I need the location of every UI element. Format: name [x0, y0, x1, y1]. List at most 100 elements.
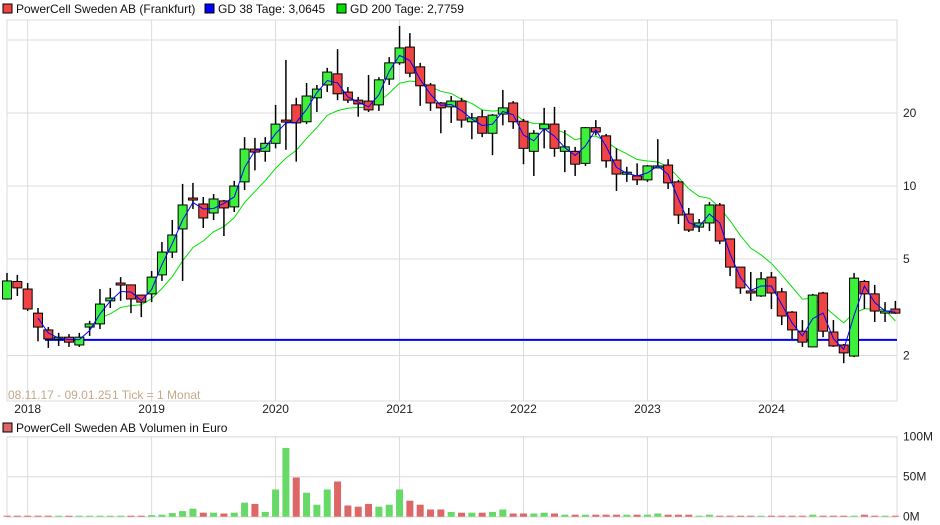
y-tick-label: 20: [903, 106, 917, 120]
candle: [590, 120, 601, 136]
volume-bar: [137, 515, 145, 517]
candle-body: [322, 71, 333, 86]
candle: [167, 220, 178, 258]
volume-bar: [158, 514, 166, 517]
candle-body: [601, 135, 612, 162]
price-y-axis: 20 10 5 2: [903, 106, 917, 363]
volume-grid: [6, 436, 898, 518]
volume-bar: [24, 515, 32, 517]
candle: [880, 302, 891, 322]
volume-bar: [581, 514, 589, 517]
candle: [446, 96, 457, 123]
volume-bar: [809, 514, 817, 517]
candle: [43, 327, 54, 348]
volume-bar: [189, 508, 197, 517]
volume-bar: [303, 492, 311, 517]
candle: [156, 241, 167, 281]
volume-bar: [313, 504, 321, 517]
volume-bar: [427, 509, 435, 517]
candle-body: [208, 198, 219, 214]
volume-bar: [757, 515, 765, 517]
candle-body: [373, 79, 384, 106]
candle-body: [415, 66, 426, 87]
volume-bar: [716, 515, 724, 517]
x-tick-label: 2018: [14, 402, 41, 416]
y-tick-label: 5: [903, 252, 910, 266]
volume-bar: [272, 489, 280, 517]
volume-bar: [261, 511, 269, 517]
volume-bar: [375, 506, 383, 517]
volume-bar: [726, 515, 734, 517]
candle: [559, 130, 570, 173]
candle-body: [528, 132, 539, 152]
candle-body: [280, 119, 291, 123]
candle-body: [291, 104, 302, 124]
gd200-legend-swatch: [336, 3, 347, 14]
volume-bar: [643, 514, 651, 517]
volume-bar: [168, 513, 176, 517]
candle: [828, 320, 839, 347]
volume-bar: [623, 514, 631, 517]
volume-bar: [891, 515, 899, 517]
candle: [291, 97, 302, 162]
candle: [260, 137, 271, 162]
volume-bar: [458, 512, 466, 517]
volume-bar: [561, 514, 569, 517]
candle-body: [22, 288, 33, 310]
candle: [2, 272, 12, 300]
volume-bar: [65, 515, 73, 517]
volume-bar: [96, 515, 104, 517]
legend: PowerCell Sweden AB (Frankfurt) GD 38 Ta…: [2, 2, 464, 16]
volume-bar: [664, 514, 672, 517]
candle: [601, 133, 612, 168]
candle: [838, 344, 849, 364]
candle-body: [332, 73, 343, 95]
candles: [2, 25, 901, 364]
candle: [270, 104, 281, 149]
candle: [807, 293, 818, 348]
candle: [766, 271, 777, 310]
x-tick-label: 2020: [262, 402, 289, 416]
candle-body: [818, 292, 829, 332]
gd38-legend-label: GD 38 Tage: 3,0645: [218, 2, 326, 16]
volume-bar: [220, 513, 228, 517]
x-tick-label: 2021: [386, 402, 413, 416]
candle-body: [745, 290, 756, 294]
volume-bar: [292, 477, 300, 517]
candle: [198, 196, 209, 229]
y-tick-label: 2: [903, 349, 910, 363]
candle: [53, 332, 64, 346]
volume-bar: [478, 512, 486, 517]
price-grid: [6, 19, 898, 402]
volume-tick-label: 50M: [903, 470, 926, 484]
candle-body: [807, 294, 818, 348]
volume-bar: [468, 512, 476, 517]
x-axis: 2018 2019 2020 2021 2022 2023 2024: [14, 402, 785, 416]
candle: [12, 274, 23, 296]
volume-bar: [530, 513, 538, 517]
volume-bar: [685, 514, 693, 517]
candle-body: [146, 276, 157, 295]
volume-bar: [798, 515, 806, 517]
price-legend-swatch: [2, 3, 13, 14]
volume-bar: [55, 515, 63, 517]
volume-bar: [127, 515, 135, 517]
volume-bar: [602, 514, 610, 517]
volume-bar: [241, 502, 249, 517]
candle: [787, 311, 798, 339]
volume-bar: [767, 515, 775, 517]
x-tick-label: 2023: [634, 402, 661, 416]
volume-tick-label: 0M: [903, 510, 920, 524]
candle: [394, 25, 405, 65]
volume-bar: [829, 515, 837, 517]
candle: [776, 287, 787, 326]
volume-bar: [385, 504, 393, 517]
volume-y-axis: 100M 50M 0M: [903, 430, 933, 524]
candle: [869, 284, 880, 322]
volume-bar: [674, 514, 682, 517]
y-tick-label: 10: [903, 179, 917, 193]
candle: [115, 277, 126, 301]
volume-bar: [199, 512, 207, 517]
candle: [125, 284, 136, 314]
volume-bar: [705, 514, 713, 517]
